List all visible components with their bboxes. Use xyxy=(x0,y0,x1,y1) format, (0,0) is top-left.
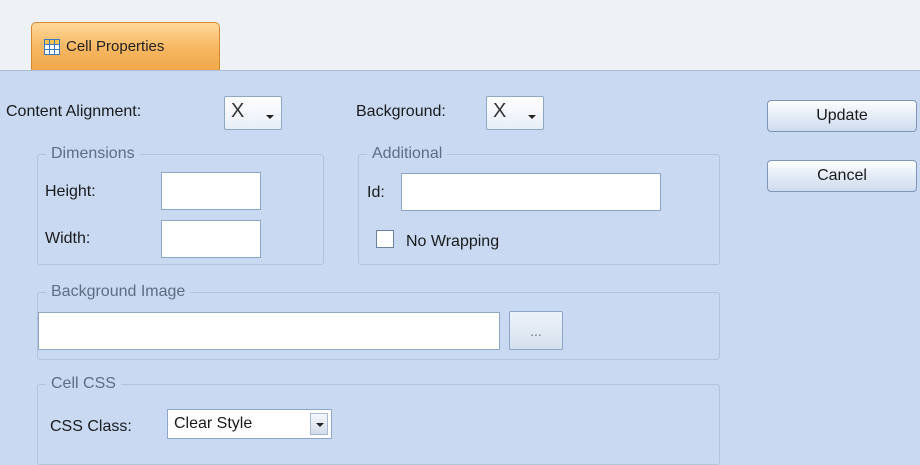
chevron-down-icon xyxy=(266,115,274,119)
height-label: Height: xyxy=(45,183,96,200)
background-label: Background: xyxy=(356,103,446,120)
background-dropdown[interactable]: X xyxy=(486,96,544,130)
cell-css-group: Cell CSS xyxy=(37,375,720,465)
x-icon: X xyxy=(493,100,507,122)
css-class-label: CSS Class: xyxy=(50,418,132,435)
cell-css-legend: Cell CSS xyxy=(51,375,116,392)
css-class-select[interactable]: Clear Style xyxy=(167,409,332,439)
tab-label: Cell Properties xyxy=(66,38,165,55)
no-wrapping-label: No Wrapping xyxy=(406,233,500,250)
width-label: Width: xyxy=(45,230,91,247)
x-icon: X xyxy=(231,100,245,122)
width-field[interactable] xyxy=(161,220,261,258)
height-field[interactable] xyxy=(161,172,261,210)
chevron-down-icon xyxy=(528,115,536,119)
no-wrapping-checkbox[interactable] xyxy=(376,230,394,248)
background-image-legend: Background Image xyxy=(51,283,186,300)
chevron-down-icon xyxy=(310,413,328,435)
content-alignment-label: Content Alignment: xyxy=(6,103,142,120)
tab-cell-properties[interactable]: Cell Properties xyxy=(31,22,220,70)
tab-strip: Cell Properties xyxy=(0,0,920,71)
browse-button[interactable]: ... xyxy=(509,311,563,350)
table-icon xyxy=(44,38,60,55)
cancel-button[interactable]: Cancel xyxy=(767,160,917,192)
dimensions-legend: Dimensions xyxy=(51,145,135,162)
css-class-value: Clear Style xyxy=(174,415,253,432)
additional-legend: Additional xyxy=(372,145,443,162)
background-image-field[interactable] xyxy=(38,312,500,350)
update-button[interactable]: Update xyxy=(767,100,917,132)
id-field[interactable] xyxy=(401,173,661,211)
content-alignment-dropdown[interactable]: X xyxy=(224,96,282,130)
id-label: Id: xyxy=(367,184,385,201)
